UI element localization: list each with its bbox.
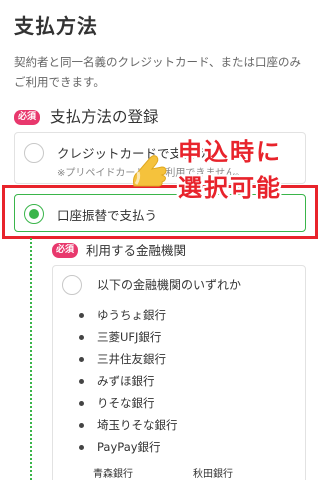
callout-line-2: 選択可能	[178, 174, 282, 202]
institution-header: 以下の金融機関のいずれか	[97, 278, 242, 292]
institution-section-title: 利用する金融機関	[86, 243, 187, 258]
list-item: 三菱UFJ銀行	[79, 326, 178, 348]
page-title: 支払方法	[14, 14, 98, 38]
section-title: 支払方法の登録	[50, 108, 159, 126]
bank-grid-item: 青森銀行	[93, 469, 133, 480]
page-description: 契約者と同一名義のクレジットカード、または口座のみご利用できます。	[14, 55, 302, 89]
institution-radio[interactable]	[62, 275, 82, 295]
bank-grid-item: 秋田銀行	[193, 469, 233, 480]
required-badge: 必須	[52, 243, 79, 258]
nested-connector-line	[30, 238, 32, 480]
list-item: PayPay銀行	[79, 436, 178, 458]
pointing-finger-icon	[128, 146, 172, 190]
bank-list: ゆうちょ銀行 三菱UFJ銀行 三井住友銀行 みずほ銀行 りそな銀行 埼玉りそな銀…	[79, 304, 178, 458]
list-item: 埼玉りそな銀行	[79, 414, 178, 436]
list-item: ゆうちょ銀行	[79, 304, 178, 326]
institution-option[interactable]: 以下の金融機関のいずれか ゆうちょ銀行 三菱UFJ銀行 三井住友銀行 みずほ銀行…	[52, 265, 306, 480]
list-item: 三井住友銀行	[79, 348, 178, 370]
list-item: りそな銀行	[79, 392, 178, 414]
credit-card-radio[interactable]	[24, 143, 44, 163]
callout-line-1: 申込時に	[178, 138, 282, 166]
list-item: みずほ銀行	[79, 370, 178, 392]
callout-text: 申込時に 選択可能	[178, 134, 282, 206]
required-badge: 必須	[14, 110, 41, 125]
